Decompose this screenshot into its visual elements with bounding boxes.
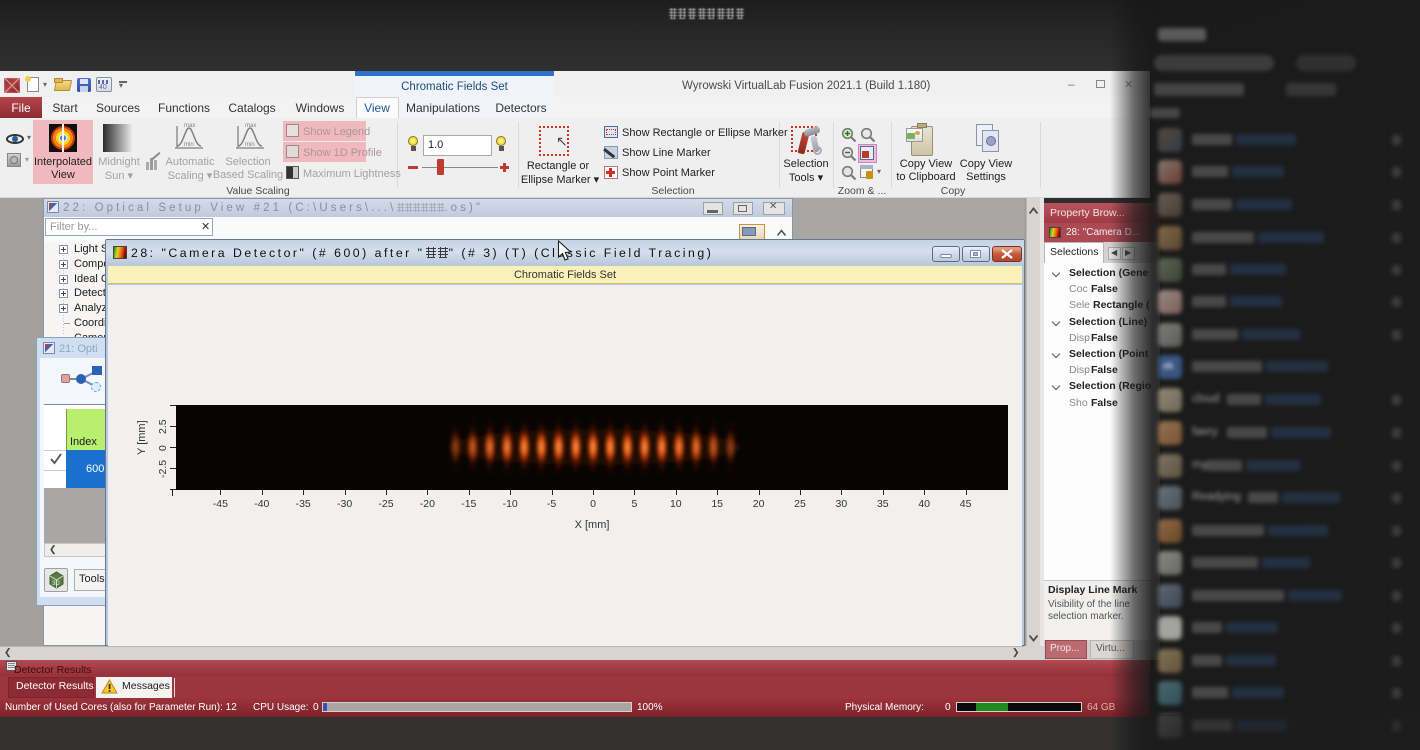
svg-text:min: min — [245, 142, 255, 148]
svg-text:3D: 3D — [52, 581, 60, 587]
svg-text:min: min — [184, 142, 194, 148]
svg-text:max: max — [245, 123, 256, 129]
svg-text:max: max — [184, 123, 195, 129]
